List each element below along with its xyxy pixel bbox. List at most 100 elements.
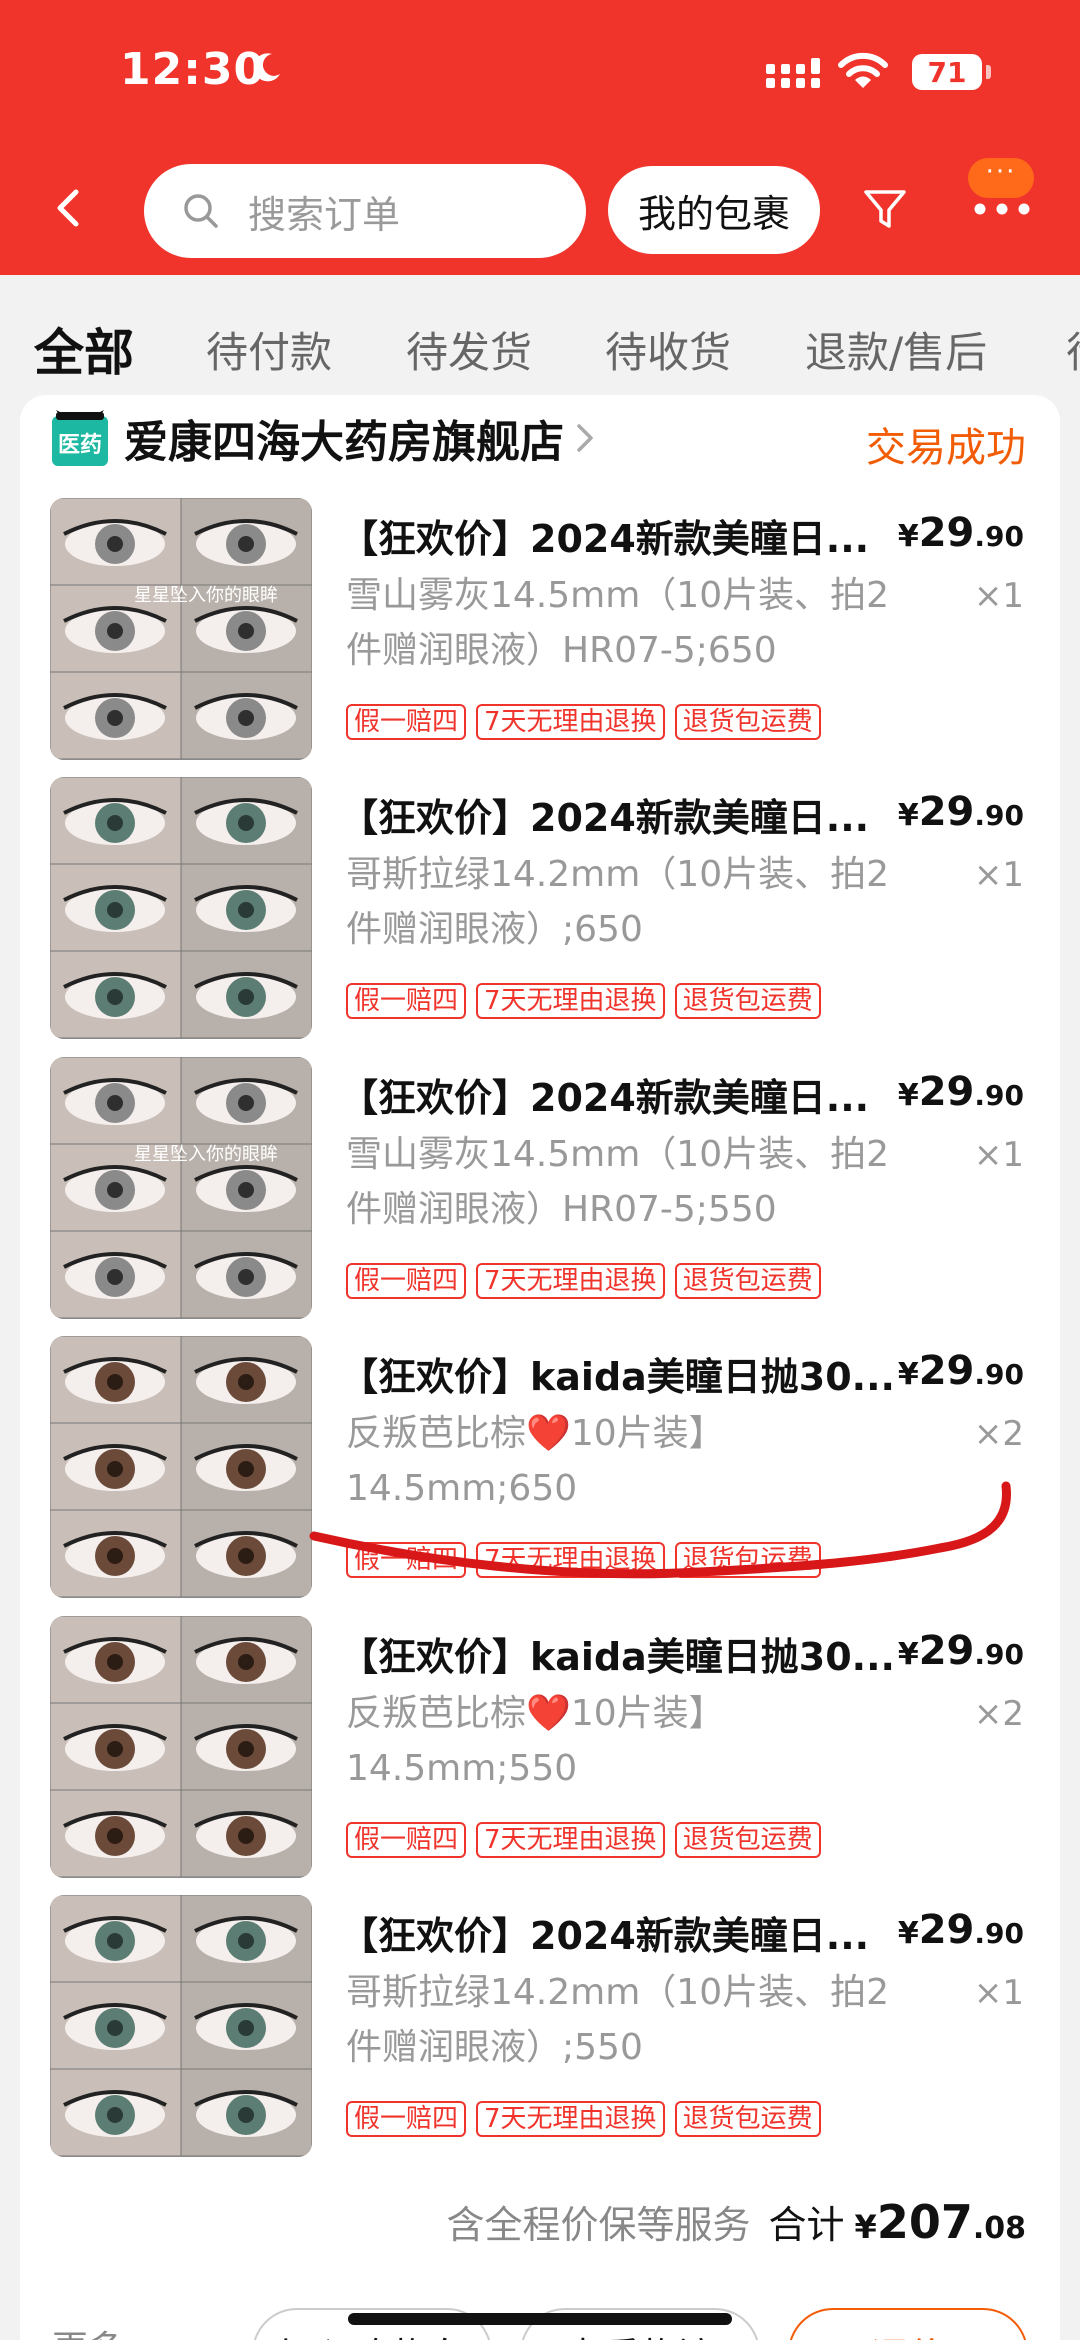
product-title[interactable]: 【狂欢价】kaida美瞳日抛30... <box>340 1346 910 1401</box>
shop-name[interactable]: 爱康四海大药房旗舰店 <box>124 406 564 470</box>
chevron-right-icon <box>577 424 593 452</box>
price-integer: 29 <box>918 1069 975 1115</box>
cellular-signal-icon <box>766 58 820 88</box>
service-tag: 退货包运费 <box>674 983 821 1019</box>
product-thumbnail[interactable]: 星星坠入你的眼眸 <box>50 498 312 760</box>
price-integer: 29 <box>918 1348 975 1394</box>
service-tags: 假一赔四 7天无理由退换 退货包运费 <box>346 983 831 1019</box>
shop-logo-icon: 医药 <box>52 410 108 466</box>
order-search-input[interactable]: 搜索订单 <box>144 164 586 258</box>
product-price: ¥29.90 <box>898 789 1024 835</box>
service-tag: 退货包运费 <box>674 1263 821 1299</box>
order-tabs: 全部 待付款 待发货 待收货 退款/售后 待 <box>0 275 1080 385</box>
total-currency: ¥ <box>854 2208 877 2246</box>
service-tag: 假一赔四 <box>346 704 467 740</box>
service-tag: 7天无理由退换 <box>476 2101 665 2137</box>
product-quantity: ×2 <box>973 1414 1024 1454</box>
price-decimal: .90 <box>974 1079 1024 1112</box>
price-currency: ¥ <box>897 519 919 554</box>
tab-all[interactable]: 全部 <box>34 313 134 385</box>
service-tags: 假一赔四 7天无理由退换 退货包运费 <box>346 704 831 740</box>
price-decimal: .90 <box>974 520 1024 553</box>
product-thumbnail[interactable] <box>50 1616 312 1878</box>
product-thumbnail[interactable]: 星星坠入你的眼眸 <box>50 1057 312 1319</box>
price-currency: ¥ <box>897 798 919 833</box>
product-thumbnail[interactable] <box>50 1895 312 2157</box>
more-link[interactable]: 更多 <box>52 2320 124 2340</box>
total-decimal: .08 <box>972 2211 1026 2246</box>
product-spec: 雪山雾灰14.5mm（10片装、拍2件赠润眼液）HR07-5;550 <box>346 1134 890 1230</box>
order-item[interactable]: 【狂欢价】kaida美瞳日抛30... ¥29.90 反叛芭比棕❤️10片装】1… <box>50 1336 1034 1598</box>
more-options-icon[interactable] <box>972 198 1032 220</box>
moon-icon <box>253 53 280 82</box>
my-packages-button[interactable]: 我的包裹 <box>608 166 820 254</box>
price-integer: 29 <box>918 1628 975 1674</box>
battery-indicator: 71 <box>912 54 991 90</box>
thumbnail-caption: 星星坠入你的眼眸 <box>134 585 278 606</box>
service-tag: 假一赔四 <box>346 983 467 1019</box>
back-arrow-icon[interactable] <box>48 186 92 230</box>
price-integer: 29 <box>918 1907 975 1953</box>
service-tags: 假一赔四 7天无理由退换 退货包运费 <box>346 1263 831 1299</box>
wifi-icon <box>838 52 888 88</box>
filter-icon[interactable] <box>862 186 908 232</box>
product-spec: 哥斯拉绿14.2mm（10片装、拍2件赠润眼液）;550 <box>346 1972 890 2068</box>
service-tags: 假一赔四 7天无理由退换 退货包运费 <box>346 1542 831 1578</box>
tab-review-partial[interactable]: 待 <box>1066 319 1080 380</box>
message-badge[interactable]: ··· <box>968 158 1034 198</box>
service-tag: 假一赔四 <box>346 1822 467 1858</box>
product-spec: 反叛芭比棕❤️10片装】14.5mm;650 <box>346 1413 725 1509</box>
home-indicator <box>348 2313 732 2325</box>
service-tag: 7天无理由退换 <box>476 704 665 740</box>
tab-refund-after-sale[interactable]: 退款/售后 <box>805 319 987 380</box>
total-label: 合计 <box>768 2203 845 2247</box>
service-tag: 7天无理由退换 <box>476 1822 665 1858</box>
order-item[interactable]: 【狂欢价】kaida美瞳日抛30... ¥29.90 反叛芭比棕❤️10片装】1… <box>50 1616 1034 1878</box>
order-item[interactable]: 星星坠入你的眼眸 【狂欢价】2024新款美瞳日... ¥29.90 雪山雾灰14… <box>50 1057 1034 1319</box>
price-currency: ¥ <box>897 1916 919 1951</box>
product-title[interactable]: 【狂欢价】2024新款美瞳日... <box>340 787 910 842</box>
product-image <box>50 1336 312 1598</box>
product-image: 星星坠入你的眼眸 <box>50 498 312 760</box>
service-tag: 假一赔四 <box>346 1263 467 1299</box>
price-integer: 29 <box>918 510 975 556</box>
service-tag: 7天无理由退换 <box>476 1542 665 1578</box>
product-spec: 雪山雾灰14.5mm（10片装、拍2件赠润眼液）HR07-5;650 <box>346 575 890 671</box>
review-button[interactable]: 评价 <box>788 2308 1028 2340</box>
product-title[interactable]: 【狂欢价】2024新款美瞳日... <box>340 1067 910 1122</box>
product-title[interactable]: 【狂欢价】2024新款美瞳日... <box>340 1905 910 1960</box>
price-currency: ¥ <box>897 1357 919 1392</box>
product-thumbnail[interactable] <box>50 1336 312 1598</box>
status-time: 12:30 <box>120 44 266 95</box>
service-tag: 假一赔四 <box>346 1542 467 1578</box>
order-item[interactable]: 星星坠入你的眼眸 【狂欢价】2024新款美瞳日... ¥29.90 雪山雾灰14… <box>50 498 1034 760</box>
search-icon <box>184 194 218 228</box>
service-tag: 退货包运费 <box>674 2101 821 2137</box>
product-price: ¥29.90 <box>898 1069 1024 1115</box>
product-thumbnail[interactable] <box>50 777 312 1039</box>
product-image <box>50 1616 312 1878</box>
service-tag: 退货包运费 <box>674 704 821 740</box>
order-item[interactable]: 【狂欢价】2024新款美瞳日... ¥29.90 哥斯拉绿14.2mm（10片装… <box>50 1895 1034 2157</box>
tab-pending-shipment[interactable]: 待发货 <box>406 319 532 380</box>
shop-header[interactable]: 医药 爱康四海大药房旗舰店 <box>52 408 596 468</box>
product-title[interactable]: 【狂欢价】2024新款美瞳日... <box>340 508 910 563</box>
product-quantity: ×1 <box>973 855 1024 895</box>
shop-logo-text: 医药 <box>58 433 102 458</box>
service-tag: 7天无理由退换 <box>476 1263 665 1299</box>
price-decimal: .90 <box>974 799 1024 832</box>
order-item[interactable]: 【狂欢价】2024新款美瞳日... ¥29.90 哥斯拉绿14.2mm（10片装… <box>50 777 1034 1039</box>
service-tag: 退货包运费 <box>674 1822 821 1858</box>
price-integer: 29 <box>918 789 975 835</box>
header-bar: 12:30 71 搜索订单 我的包裹 ··· <box>0 0 1080 275</box>
product-title[interactable]: 【狂欢价】kaida美瞳日抛30... <box>340 1626 910 1681</box>
tab-pending-receipt[interactable]: 待收货 <box>605 319 731 380</box>
product-image <box>50 777 312 1039</box>
price-decimal: .90 <box>974 1917 1024 1950</box>
tab-pending-payment[interactable]: 待付款 <box>206 319 332 380</box>
product-quantity: ×1 <box>973 576 1024 616</box>
product-spec: 哥斯拉绿14.2mm（10片装、拍2件赠润眼液）;650 <box>346 854 890 950</box>
product-quantity: ×2 <box>973 1694 1024 1734</box>
product-price: ¥29.90 <box>898 510 1024 556</box>
service-note: 含全程价保等服务 <box>446 2203 751 2247</box>
